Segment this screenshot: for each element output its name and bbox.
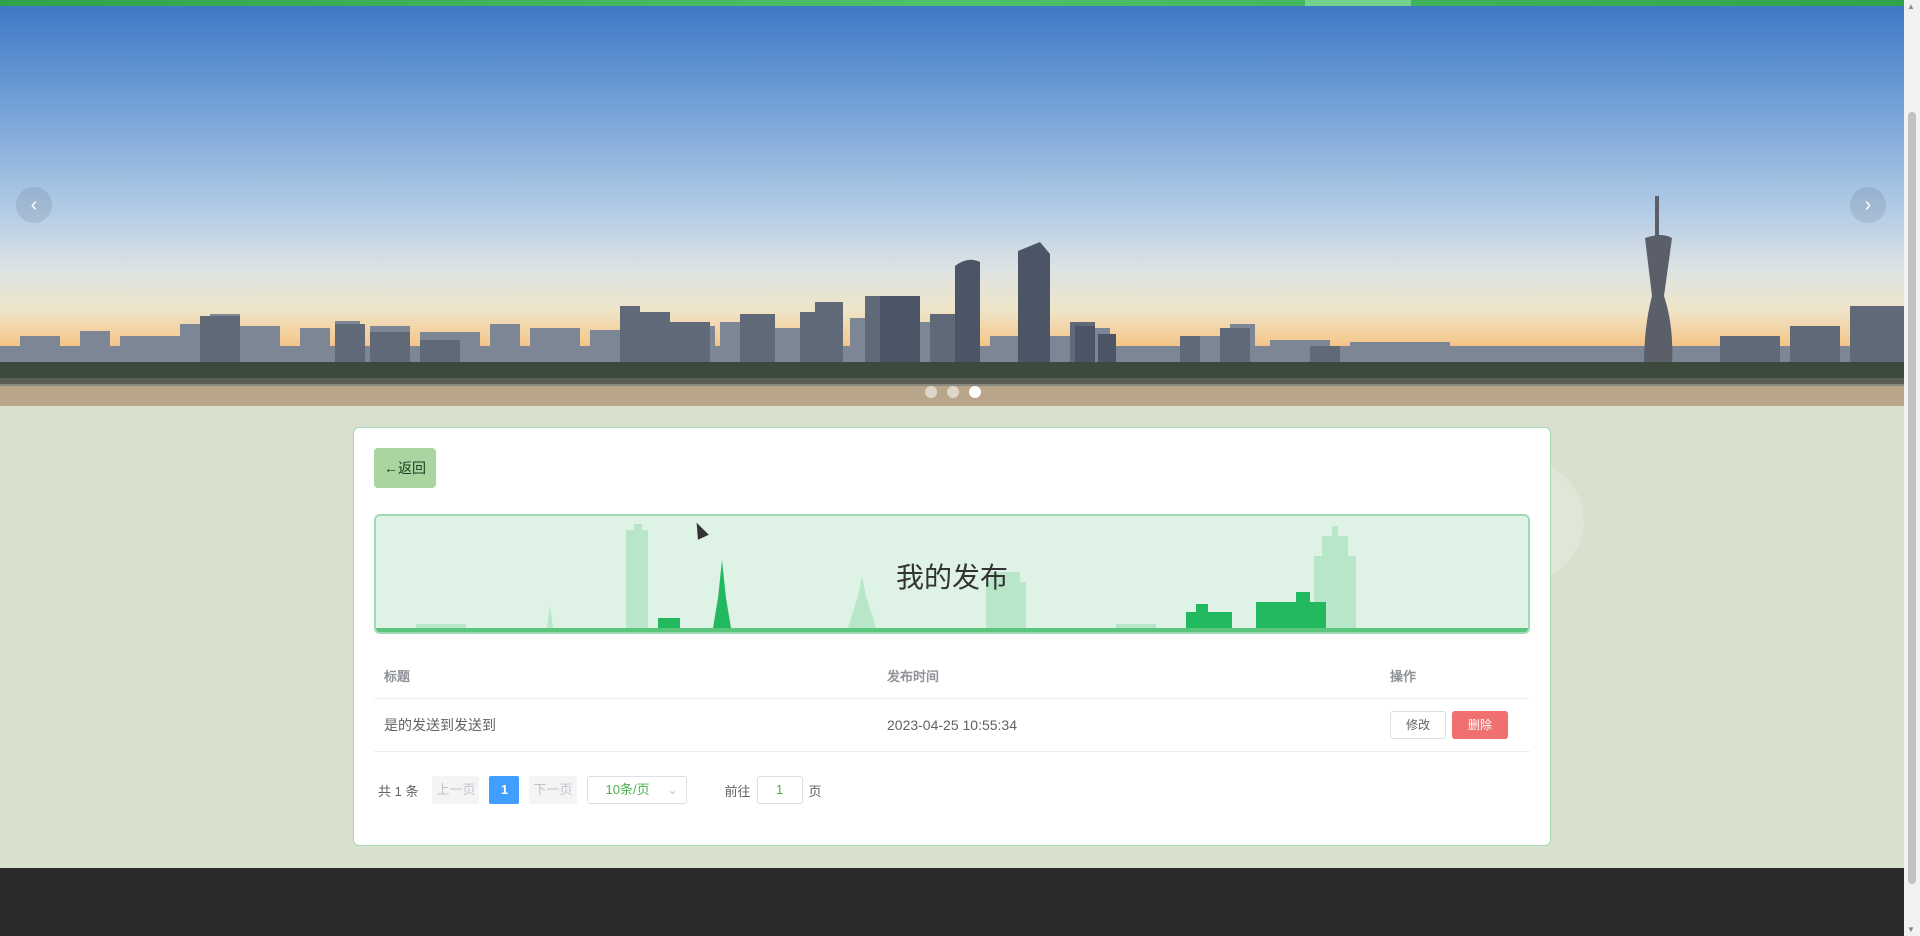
city-skyline-image bbox=[0, 196, 1904, 406]
post-actions-cell: 修改 删除 bbox=[1380, 698, 1530, 752]
back-button[interactable]: ←返回 bbox=[374, 448, 436, 488]
goto-label: 前往 bbox=[724, 783, 751, 799]
post-title-cell: 是的发送到发送到 bbox=[374, 698, 877, 752]
prev-page-button[interactable]: 上一页 bbox=[432, 776, 480, 804]
edit-button[interactable]: 修改 bbox=[1390, 710, 1446, 739]
page-footer bbox=[0, 868, 1904, 936]
carousel-banner[interactable]: ‹ › bbox=[0, 6, 1904, 406]
carousel-indicators bbox=[925, 386, 981, 398]
top-accent-bar bbox=[0, 0, 1904, 6]
vertical-scrollbar[interactable]: ▲ ▼ bbox=[1904, 0, 1920, 936]
pagination: 共 1 条 上一页 1 下一页 10条/页 ⌄ 前往 1 页 bbox=[378, 776, 822, 804]
pagination-total: 共 1 条 bbox=[378, 783, 419, 799]
table-header-row: 标题 发布时间 操作 bbox=[374, 654, 1530, 699]
carousel-dot-3[interactable] bbox=[969, 386, 981, 398]
page-size-select[interactable]: 10条/页 ⌄ bbox=[586, 776, 687, 804]
goto-suffix: 页 bbox=[808, 783, 822, 799]
chevron-left-icon: ‹ bbox=[30, 194, 38, 216]
chevron-down-icon: ⌄ bbox=[667, 783, 678, 797]
title-banner: 我的发布 bbox=[374, 514, 1530, 634]
table-row: 是的发送到发送到 2023-04-25 10:55:34 修改 删除 bbox=[374, 698, 1530, 752]
post-time-cell: 2023-04-25 10:55:34 bbox=[877, 698, 1380, 752]
chevron-right-icon: › bbox=[1864, 194, 1872, 216]
posts-table: 标题 发布时间 操作 是的发送到发送到 2023-04-25 10:55:34 … bbox=[374, 654, 1530, 752]
carousel-next-button[interactable]: › bbox=[1850, 187, 1886, 223]
goto-page-input[interactable]: 1 bbox=[756, 776, 803, 804]
carousel-dot-2[interactable] bbox=[947, 386, 959, 398]
title-underline bbox=[376, 628, 1528, 632]
page-size-value: 10条/页 bbox=[605, 782, 650, 797]
delete-button[interactable]: 删除 bbox=[1452, 710, 1508, 739]
carousel-dot-1[interactable] bbox=[925, 386, 937, 398]
scroll-down-icon[interactable]: ▼ bbox=[1907, 925, 1915, 934]
next-page-button[interactable]: 下一页 bbox=[529, 776, 577, 804]
scrollbar-thumb[interactable] bbox=[1908, 112, 1916, 884]
page-title: 我的发布 bbox=[895, 562, 1008, 593]
page-number-1[interactable]: 1 bbox=[489, 776, 520, 804]
scroll-up-icon[interactable]: ▲ bbox=[1907, 2, 1915, 11]
column-header-title: 标题 bbox=[374, 654, 877, 699]
column-header-actions: 操作 bbox=[1380, 654, 1530, 699]
column-header-time: 发布时间 bbox=[877, 654, 1380, 699]
carousel-prev-button[interactable]: ‹ bbox=[16, 187, 52, 223]
my-posts-card: ←返回 我的发布 标题 发布时间 操作 是的发送到发送到 2023-04-25 … bbox=[353, 427, 1551, 846]
